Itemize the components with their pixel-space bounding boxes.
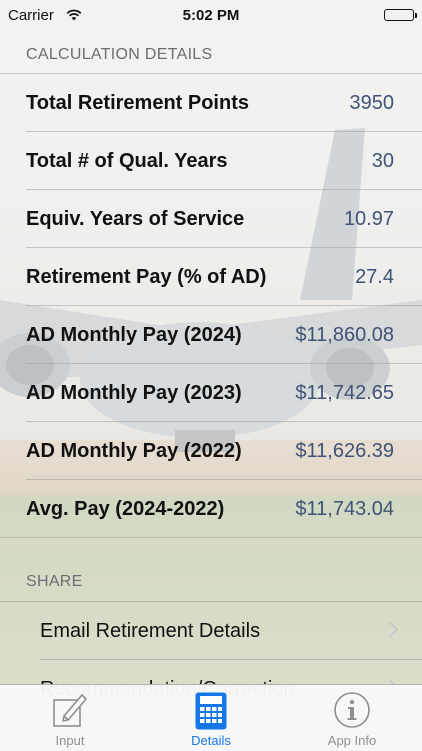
status-bar: Carrier 5:02 PM	[0, 0, 422, 30]
detail-value: 10.97	[343, 208, 394, 230]
tab-details[interactable]: Details	[141, 685, 281, 751]
email-retirement-details-label: Email Retirement Details	[40, 620, 261, 642]
detail-label: Avg. Pay (2024-2022)	[26, 498, 225, 520]
tab-label: App Info	[327, 733, 377, 748]
detail-value: $11,742.65	[295, 382, 394, 404]
detail-label: AD Monthly Pay (2024)	[26, 324, 242, 346]
detail-label: Retirement Pay (% of AD)	[26, 266, 267, 288]
divider	[0, 537, 422, 538]
tab-bar: Input Details App Info	[0, 684, 422, 751]
detail-row-ad-pay-2023: AD Monthly Pay (2023) $11,742.65	[0, 364, 422, 422]
tab-input[interactable]: Input	[0, 685, 140, 751]
tab-label: Input	[55, 733, 85, 748]
detail-label: AD Monthly Pay (2023)	[26, 382, 242, 404]
detail-value: 27.4	[355, 266, 394, 288]
tab-app-info[interactable]: App Info	[282, 685, 422, 751]
calculator-icon	[194, 691, 228, 736]
detail-value: $11,743.04	[295, 498, 394, 520]
detail-row-qual-years: Total # of Qual. Years 30	[0, 132, 422, 190]
chevron-right-icon	[382, 621, 399, 638]
detail-row-ad-pay-2022: AD Monthly Pay (2022) $11,626.39	[0, 422, 422, 480]
detail-label: Total # of Qual. Years	[26, 150, 228, 172]
calculation-details-header: CALCULATION DETAILS	[26, 46, 213, 63]
detail-row-ad-pay-2024: AD Monthly Pay (2024) $11,860.08	[0, 306, 422, 364]
battery-icon	[384, 9, 417, 21]
edit-icon	[51, 691, 89, 734]
detail-row-total-retirement-points: Total Retirement Points 3950	[0, 74, 422, 132]
email-retirement-details-row[interactable]: Email Retirement Details	[0, 602, 422, 660]
info-icon	[333, 691, 371, 734]
detail-row-retirement-pay-pct: Retirement Pay (% of AD) 27.4	[0, 248, 422, 306]
detail-label: Equiv. Years of Service	[26, 208, 245, 230]
details-screen: Carrier 5:02 PM CALCULATION DETAILS Tota…	[0, 0, 422, 750]
status-time: 5:02 PM	[182, 7, 240, 24]
detail-row-avg-pay: Avg. Pay (2024-2022) $11,743.04	[0, 480, 422, 538]
detail-label: AD Monthly Pay (2022)	[26, 440, 242, 462]
detail-row-equiv-years: Equiv. Years of Service 10.97	[0, 190, 422, 248]
detail-value: $11,626.39	[295, 440, 394, 462]
detail-value: $11,860.08	[295, 324, 394, 346]
detail-label: Total Retirement Points	[26, 92, 249, 114]
tab-label: Details	[191, 733, 231, 748]
detail-value: 3950	[349, 92, 395, 114]
detail-value: 30	[371, 150, 394, 172]
share-header: SHARE	[26, 573, 83, 590]
